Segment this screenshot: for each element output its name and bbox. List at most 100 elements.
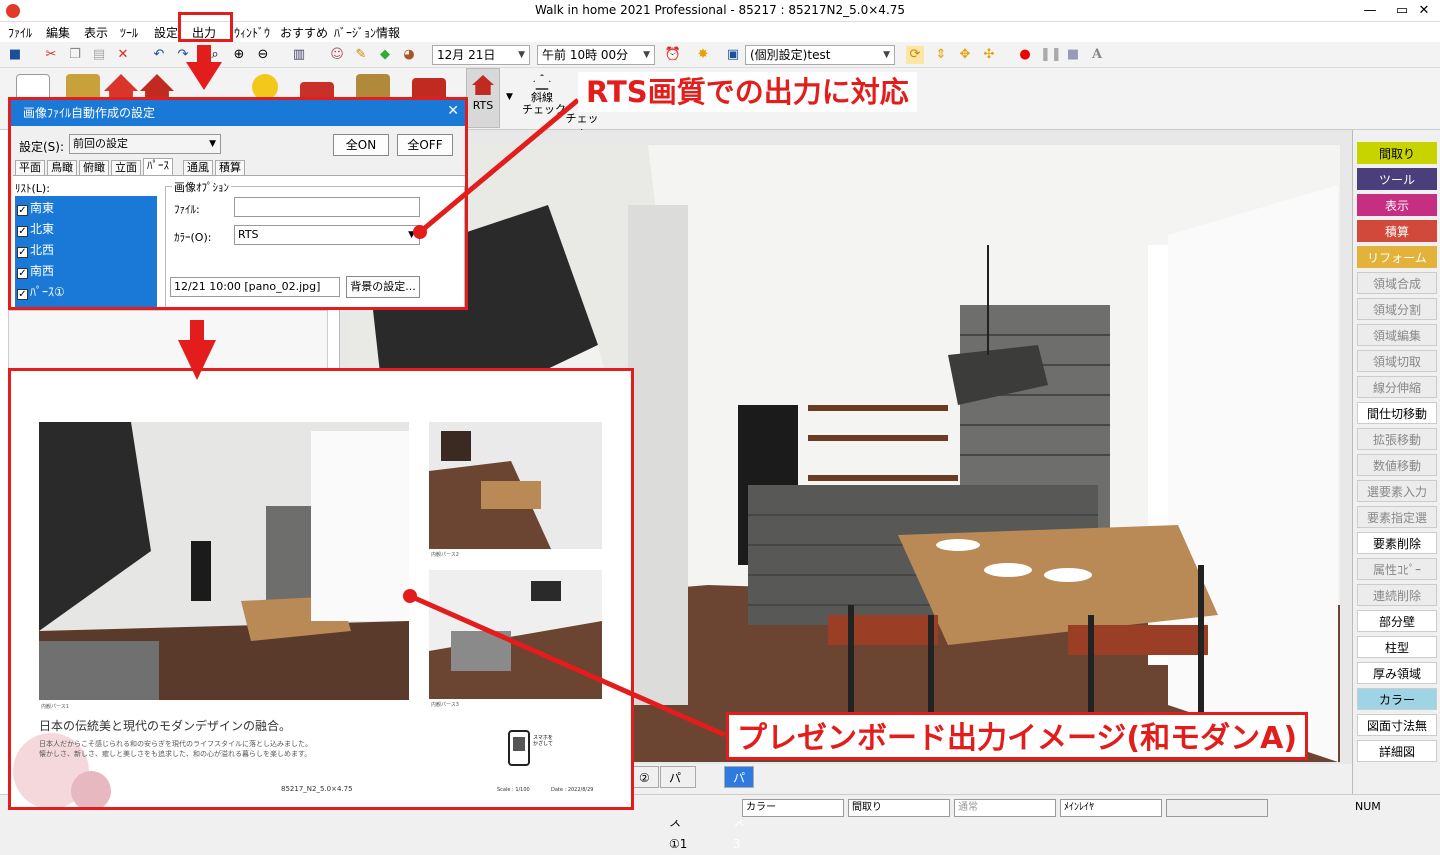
tab-view-2[interactable]: ② bbox=[630, 766, 659, 788]
presentation-board-preview: 内観パース1 内観パース2 内観パース3 日本の伝統美と現代のモダンデザインの融… bbox=[8, 368, 634, 810]
record-icon[interactable]: ● bbox=[1016, 46, 1034, 64]
qr-text: スマホを かざして bbox=[533, 735, 553, 747]
menu-view[interactable]: 表示 bbox=[84, 24, 108, 41]
save-icon[interactable]: ■ bbox=[6, 46, 24, 64]
alarm-icon[interactable]: ⏰ bbox=[664, 46, 682, 64]
sun-icon[interactable]: ✸ bbox=[694, 46, 712, 64]
settings-file-icon[interactable]: ▣ bbox=[724, 46, 742, 64]
panel-button-16[interactable]: 属性ｺﾋﾟｰ bbox=[1357, 558, 1437, 580]
rts-button[interactable]: RTS bbox=[466, 68, 500, 128]
panel-button-2[interactable]: 表示 bbox=[1357, 194, 1437, 216]
tab-birdseye[interactable]: 鳥瞰 bbox=[47, 160, 77, 176]
menu-tools[interactable]: ﾂｰﾙ bbox=[120, 24, 138, 41]
checkbox-checked-icon: ✓ bbox=[17, 247, 28, 258]
stop-icon[interactable]: ■ bbox=[1064, 46, 1082, 64]
panel-button-4[interactable]: リフォーム bbox=[1357, 246, 1437, 268]
text-icon[interactable]: A bbox=[1088, 46, 1106, 64]
panel-button-8[interactable]: 領域切取 bbox=[1357, 350, 1437, 372]
filename-input[interactable]: 12/21 10:00 [pano_02.jpg] bbox=[170, 277, 340, 297]
settings-select[interactable]: 前回の設定 ▼ bbox=[69, 134, 221, 154]
dialog-close-icon[interactable]: ✕ bbox=[447, 103, 459, 119]
board-date: Date : 2022/8/29 bbox=[551, 787, 594, 793]
panel-button-6[interactable]: 領域分割 bbox=[1357, 298, 1437, 320]
slope-check-label: 斜線 チェック bbox=[522, 91, 566, 116]
list-item[interactable]: ✓ 南西 bbox=[17, 262, 157, 280]
panel-button-12[interactable]: 数値移動 bbox=[1357, 454, 1437, 476]
zoom-area-icon[interactable]: ⌕ bbox=[206, 46, 224, 64]
all-on-button[interactable]: 全ON bbox=[333, 134, 389, 156]
move-all-icon[interactable]: ✥ bbox=[956, 46, 974, 64]
paint-icon[interactable]: ✎ bbox=[352, 46, 370, 64]
panel-button-5[interactable]: 領域合成 bbox=[1357, 272, 1437, 294]
panel-button-14[interactable]: 要素指定選 bbox=[1357, 506, 1437, 528]
cut-icon[interactable]: ✂ bbox=[42, 46, 60, 64]
list-item[interactable]: ✓ 北東 bbox=[17, 220, 157, 238]
shield-icon[interactable]: ◆ bbox=[376, 46, 394, 64]
caption-perspective-1: 内観パース1 bbox=[41, 704, 69, 710]
background-settings-button[interactable]: 背景の設定... bbox=[346, 276, 420, 298]
panel-button-11[interactable]: 拡張移動 bbox=[1357, 428, 1437, 450]
image-file-settings-dialog: 画像ﾌｧｲﾙ自動作成の設定 ✕ 設定(S): 前回の設定 ▼ 全ON 全OFF 平… bbox=[8, 97, 468, 310]
minimize-button[interactable]: — bbox=[1354, 0, 1386, 22]
move-updown-icon[interactable]: ⇕ bbox=[932, 46, 950, 64]
menu-settings[interactable]: 設定 bbox=[154, 24, 178, 41]
paste-icon[interactable]: ▤ bbox=[90, 46, 108, 64]
undo-icon[interactable]: ↶ bbox=[150, 46, 168, 64]
panel-button-9[interactable]: 線分伸縮 bbox=[1357, 376, 1437, 398]
tab-perspective[interactable]: ﾊﾟｰｽ bbox=[143, 158, 173, 176]
status-num: NUM bbox=[1355, 800, 1381, 813]
redo-icon[interactable]: ↷ bbox=[174, 46, 192, 64]
all-off-button[interactable]: 全OFF bbox=[397, 134, 453, 156]
color-select[interactable]: RTS ▼ bbox=[234, 225, 420, 245]
zoom-in-icon[interactable]: ⊕ bbox=[230, 46, 248, 64]
tab-estimate[interactable]: 積算 bbox=[215, 160, 245, 176]
tab-elevation[interactable]: 立面 bbox=[111, 160, 141, 176]
menu-edit[interactable]: 編集 bbox=[46, 24, 70, 41]
print-icon[interactable]: ▥ bbox=[290, 46, 308, 64]
menu-window[interactable]: ｳｨﾝﾄﾞｳ bbox=[234, 24, 270, 41]
copy-icon[interactable]: ❐ bbox=[66, 46, 84, 64]
panel-button-7[interactable]: 領域編集 bbox=[1357, 324, 1437, 346]
panel-button-15[interactable]: 要素削除 bbox=[1357, 532, 1437, 554]
panel-button-21[interactable]: カラー bbox=[1357, 688, 1437, 710]
tab-ventilation[interactable]: 通風 bbox=[183, 160, 213, 176]
delete-icon[interactable]: ✕ bbox=[114, 46, 132, 64]
tab-plan[interactable]: 平面 bbox=[15, 160, 45, 176]
rts-dropdown-icon[interactable]: ▼ bbox=[506, 92, 513, 102]
board-scale: Scale : 1/100 bbox=[497, 787, 530, 793]
tab-perspective-1[interactable]: パース①1 bbox=[660, 766, 697, 851]
panel-button-3[interactable]: 積算 bbox=[1357, 220, 1437, 242]
rotate-icon[interactable]: ⟳ bbox=[906, 46, 924, 64]
file-input[interactable] bbox=[234, 197, 420, 217]
status-layer: ﾒｲﾝﾚｲﾔ bbox=[1060, 799, 1162, 817]
list-item[interactable]: ✓ ﾊﾟｰｽ① bbox=[17, 283, 157, 301]
panel-button-17[interactable]: 連続削除 bbox=[1357, 584, 1437, 606]
panel-button-22[interactable]: 図面寸法無 bbox=[1357, 714, 1437, 736]
panel-button-19[interactable]: 柱型 bbox=[1357, 636, 1437, 658]
pause-icon[interactable]: ❚❚ bbox=[1040, 46, 1062, 64]
list-item[interactable]: ✓ 南東 bbox=[17, 199, 157, 217]
view-list[interactable]: ✓ 南東 ✓ 北東 ✓ 北西 ✓ 南西 ✓ ﾊﾟｰｽ① bbox=[15, 196, 157, 307]
menu-version[interactable]: ﾊﾞｰｼﾞｮﾝ情報 bbox=[334, 24, 400, 41]
list-item[interactable]: ✓ 北西 bbox=[17, 241, 157, 259]
panel-button-0[interactable]: 間取り bbox=[1357, 142, 1437, 164]
tab-overview[interactable]: 俯瞰 bbox=[79, 160, 109, 176]
panel-button-13[interactable]: 選要素入力 bbox=[1357, 480, 1437, 502]
panel-button-20[interactable]: 厚み領域 bbox=[1357, 662, 1437, 684]
move-cross-icon[interactable]: ✣ bbox=[980, 46, 998, 64]
time-select[interactable]: 午前 10時 00分 ▼ bbox=[537, 45, 655, 65]
tab-perspective-3[interactable]: パース3 bbox=[724, 766, 755, 851]
panel-button-23[interactable]: 詳細図 bbox=[1357, 740, 1437, 762]
person-icon[interactable]: ☺ bbox=[328, 46, 346, 64]
panel-button-18[interactable]: 部分壁 bbox=[1357, 610, 1437, 632]
panel-button-1[interactable]: ツール bbox=[1357, 168, 1437, 190]
close-button[interactable]: ✕ bbox=[1408, 0, 1440, 22]
profile-select[interactable]: (個別設定)test ▼ bbox=[745, 45, 895, 65]
menu-recommend[interactable]: おすすめ bbox=[280, 24, 328, 41]
slope-check-button[interactable]: 斜線 チェック bbox=[522, 72, 566, 128]
zoom-out-icon[interactable]: ⊖ bbox=[254, 46, 272, 64]
date-select[interactable]: 12月 21日 ▼ bbox=[432, 45, 530, 65]
panel-button-10[interactable]: 間仕切移動 bbox=[1357, 402, 1437, 424]
palette-icon[interactable]: ◕ bbox=[400, 46, 418, 64]
menu-file[interactable]: ﾌｧｲﾙ bbox=[8, 24, 32, 41]
